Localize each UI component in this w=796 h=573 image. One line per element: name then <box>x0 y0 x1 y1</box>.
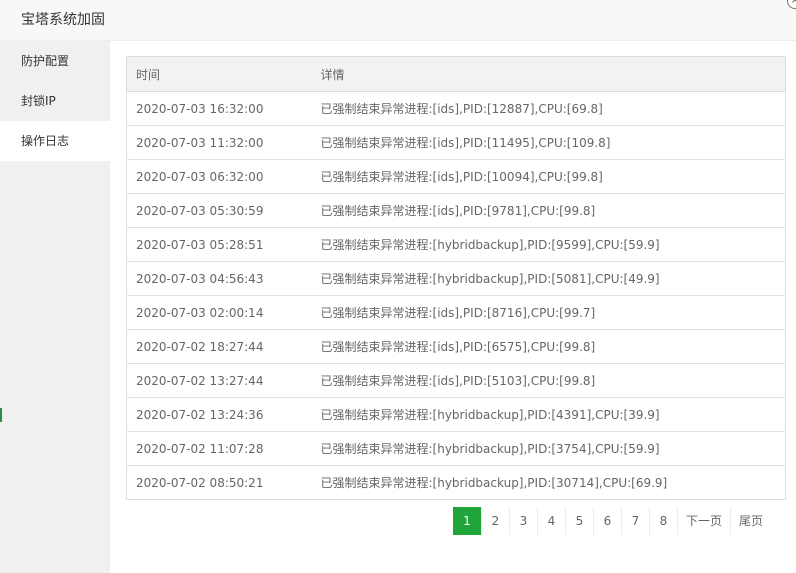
log-time-cell: 2020-07-02 13:24:36 <box>126 397 311 432</box>
log-time-cell: 2020-07-02 18:27:44 <box>126 329 311 364</box>
log-time-cell: 2020-07-03 05:28:51 <box>126 227 311 262</box>
log-detail-cell: 已强制结束异常进程:[hybridbackup],PID:[9599],CPU:… <box>310 227 786 262</box>
page-button-7[interactable]: 7 <box>621 507 649 535</box>
page-button-1[interactable]: 1 <box>453 507 481 535</box>
column-header-time: 时间 <box>126 56 311 92</box>
table-row: 2020-07-02 08:50:21 已强制结束异常进程:[hybridback… <box>127 466 786 500</box>
log-detail-cell: 已强制结束异常进程:[ids],PID:[6575],CPU:[99.8] <box>310 329 786 364</box>
edge-marker <box>0 408 2 422</box>
page-button-3[interactable]: 3 <box>509 507 537 535</box>
sidebar-item-label: 操作日志 <box>21 134 70 148</box>
log-detail-cell: 已强制结束异常进程:[ids],PID:[10094],CPU:[99.8] <box>310 159 786 194</box>
next-page-button[interactable]: 下一页 <box>677 507 731 535</box>
table-row: 2020-07-03 16:32:00 已强制结束异常进程:[ids],PID:[… <box>126 91 786 126</box>
page-button-2[interactable]: 2 <box>481 507 509 535</box>
table-header-row: 时间 详情 <box>126 56 786 92</box>
table-row: 2020-07-03 11:32:00 已强制结束异常进程:[ids],PID:[… <box>126 125 786 160</box>
log-time-cell: 2020-07-03 11:32:00 <box>126 125 311 160</box>
log-detail-cell: 已强制结束异常进程:[ids],PID:[8716],CPU:[99.7] <box>310 295 786 330</box>
log-detail-cell: 已强制结束异常进程:[hybridbackup],PID:[3754],CPU:… <box>310 431 786 466</box>
page-button-8[interactable]: 8 <box>649 507 677 535</box>
sidebar-item-label: 封锁IP <box>21 94 56 108</box>
sidebar-item-protection-config[interactable]: 防护配置 <box>0 41 110 81</box>
table-row: 2020-07-03 05:30:59 已强制结束异常进程:[ids],PID:[… <box>126 193 786 228</box>
sidebar-item-operation-log[interactable]: 操作日志 <box>0 121 110 161</box>
log-time-cell: 2020-07-03 02:00:14 <box>126 295 311 330</box>
sidebar-item-label: 防护配置 <box>21 54 70 68</box>
log-time-cell: 2020-07-03 16:32:00 <box>126 91 311 126</box>
log-time-cell: 2020-07-02 13:27:44 <box>126 363 311 398</box>
table-row: 2020-07-03 06:32:00 已强制结束异常进程:[ids],PID:[… <box>126 159 786 194</box>
log-time-cell: 2020-07-03 06:32:00 <box>126 159 311 194</box>
column-header-detail: 详情 <box>310 56 786 92</box>
table-row: 2020-07-02 13:27:44 已强制结束异常进程:[ids],PID:[… <box>126 363 786 398</box>
log-time-cell: 2020-07-02 11:07:28 <box>126 431 311 466</box>
log-detail-cell: 已强制结束异常进程:[ids],PID:[12887],CPU:[69.8] <box>310 91 786 126</box>
table-row: 2020-07-02 13:24:36 已强制结束异常进程:[hybridback… <box>126 397 786 432</box>
last-page-button[interactable]: 尾页 <box>730 507 772 535</box>
log-detail-cell: 已强制结束异常进程:[ids],PID:[9781],CPU:[99.8] <box>310 193 786 228</box>
sidebar-item-blocked-ip[interactable]: 封锁IP <box>0 81 110 121</box>
table-row: 2020-07-03 04:56:43 已强制结束异常进程:[hybridback… <box>126 261 786 296</box>
log-time-cell: 2020-07-03 04:56:43 <box>126 261 311 296</box>
log-detail-cell: 已强制结束异常进程:[ids],PID:[5103],CPU:[99.8] <box>310 363 786 398</box>
page-button-5[interactable]: 5 <box>565 507 593 535</box>
log-detail-cell: 已强制结束异常进程:[hybridbackup],PID:[5081],CPU:… <box>310 261 786 296</box>
table-row: 2020-07-02 18:27:44 已强制结束异常进程:[ids],PID:[… <box>126 329 786 364</box>
page-button-6[interactable]: 6 <box>593 507 621 535</box>
table-row: 2020-07-03 05:28:51 已强制结束异常进程:[hybridback… <box>126 227 786 262</box>
table-row: 2020-07-02 11:07:28 已强制结束异常进程:[hybridback… <box>126 431 786 466</box>
page-button-4[interactable]: 4 <box>537 507 565 535</box>
window-title: 宝塔系统加固 <box>21 12 105 28</box>
log-table: 时间 详情 2020-07-03 16:32:00 已强制结束异常进程:[ids]… <box>126 56 786 500</box>
log-time-cell: 2020-07-03 05:30:59 <box>126 193 311 228</box>
window-titlebar: 宝塔系统加固 <box>0 0 796 41</box>
sidebar: 防护配置 封锁IP 操作日志 <box>0 41 110 573</box>
log-detail-cell: 已强制结束异常进程:[hybridbackup],PID:[30714],CPU… <box>320 476 668 490</box>
log-detail-cell: 已强制结束异常进程:[hybridbackup],PID:[4391],CPU:… <box>310 397 786 432</box>
log-detail-cell: 已强制结束异常进程:[ids],PID:[11495],CPU:[109.8] <box>310 125 786 160</box>
log-time-cell: 2020-07-02 08:50:21 <box>136 475 264 490</box>
table-row: 2020-07-03 02:00:14 已强制结束异常进程:[ids],PID:[… <box>126 295 786 330</box>
pagination: 1 2 3 4 5 6 7 8 下一页 尾页 <box>453 507 772 535</box>
log-content: 时间 详情 2020-07-03 16:32:00 已强制结束异常进程:[ids]… <box>126 56 786 500</box>
